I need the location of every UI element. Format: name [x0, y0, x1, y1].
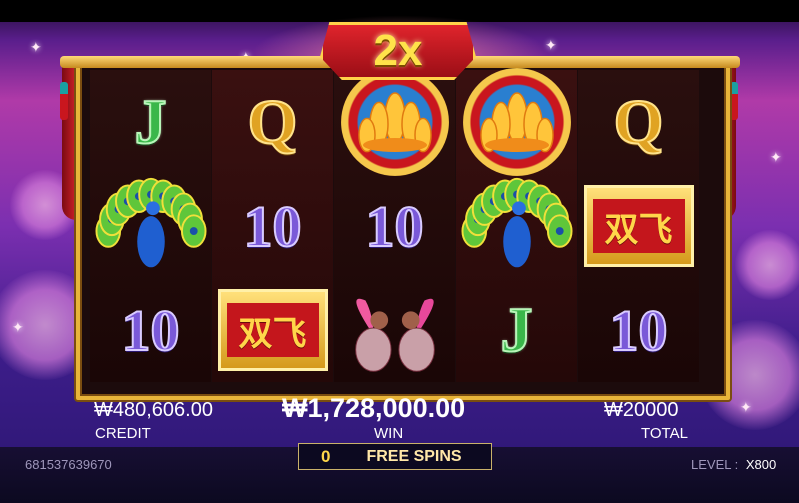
game-stage: ✦ ✦ ✦ ✦ ✦ ✦ J10Q10双飞10JQ双飞10 2x ₩480,606… [0, 0, 799, 503]
free-spins-label: FREE SPINS [366, 447, 462, 465]
wild-plaque-symbol: 双飞 [217, 289, 328, 371]
reel-cell: 10 [334, 174, 455, 278]
reel-column: Q 10 双飞 [212, 70, 333, 382]
ten-symbol: 10 [243, 193, 303, 260]
sparkle-icon: ✦ [740, 399, 752, 415]
free-spins-counter: 0 FREE SPINS [298, 443, 492, 470]
peacock-icon [94, 177, 207, 268]
reel-cell: J [456, 278, 577, 382]
q-symbol: Q [247, 86, 299, 157]
reel-cell [334, 278, 455, 382]
credit-amount: ₩480,606.00 [94, 399, 213, 421]
ten-symbol: 10 [365, 193, 425, 260]
sparkle-icon: ✦ [12, 319, 24, 335]
peacock-icon [460, 177, 573, 268]
j-symbol: J [134, 86, 168, 157]
right-tassel-icon [730, 82, 738, 120]
reel-column: 10 [334, 68, 455, 382]
session-id: 681537639670 [25, 457, 112, 472]
level-indicator: LEVEL : X800 [691, 457, 776, 472]
multiplier-banner: 2x [320, 22, 476, 80]
reel-cell: Q [578, 70, 699, 174]
reel-cell [456, 68, 577, 176]
free-spins-count: 0 [321, 446, 331, 466]
ten-symbol: 10 [121, 297, 181, 364]
reel-cell [456, 174, 577, 278]
total-bet-label: TOTAL [641, 425, 688, 442]
j-symbol: J [500, 294, 534, 365]
q-symbol: Q [613, 86, 665, 157]
wild-plaque-text: 双飞 [226, 303, 319, 357]
mandarin-ducks-icon [354, 298, 435, 372]
lotus-icon [340, 68, 449, 176]
reel-cell [90, 174, 211, 278]
wild-plaque-text: 双飞 [592, 199, 685, 253]
level-value: X800 [745, 457, 777, 472]
reel-cell: 10 [578, 278, 699, 382]
sparkle-icon: ✦ [770, 149, 782, 165]
reel-cell: Q [212, 70, 333, 174]
reel-cell: J [90, 70, 211, 174]
total-bet-amount: ₩20000 [604, 399, 679, 421]
reel-cell: 10 [90, 278, 211, 382]
reel-cell: 双飞 [578, 174, 699, 278]
multiplier-value: 2x [373, 26, 423, 75]
reel-cell: 10 [212, 174, 333, 278]
ten-symbol: 10 [609, 297, 669, 364]
reel-column: J [456, 68, 577, 382]
sparkle-icon: ✦ [545, 37, 557, 53]
reel-column: Q 双飞 10 [578, 70, 699, 382]
reel-cell [334, 68, 455, 176]
wild-plaque-symbol: 双飞 [583, 185, 694, 267]
win-amount: ₩1,728,000.00 [282, 393, 466, 423]
sparkle-icon: ✦ [30, 39, 42, 55]
win-label: WIN [374, 425, 404, 442]
credit-label: CREDIT [95, 425, 151, 442]
lotus-icon [462, 68, 571, 176]
level-label: LEVEL : [691, 457, 739, 472]
reel-column: J 10 [90, 70, 211, 382]
right-flower-decoration [735, 230, 799, 300]
left-tassel-icon [60, 82, 68, 120]
reel-cell: 双飞 [212, 278, 333, 382]
